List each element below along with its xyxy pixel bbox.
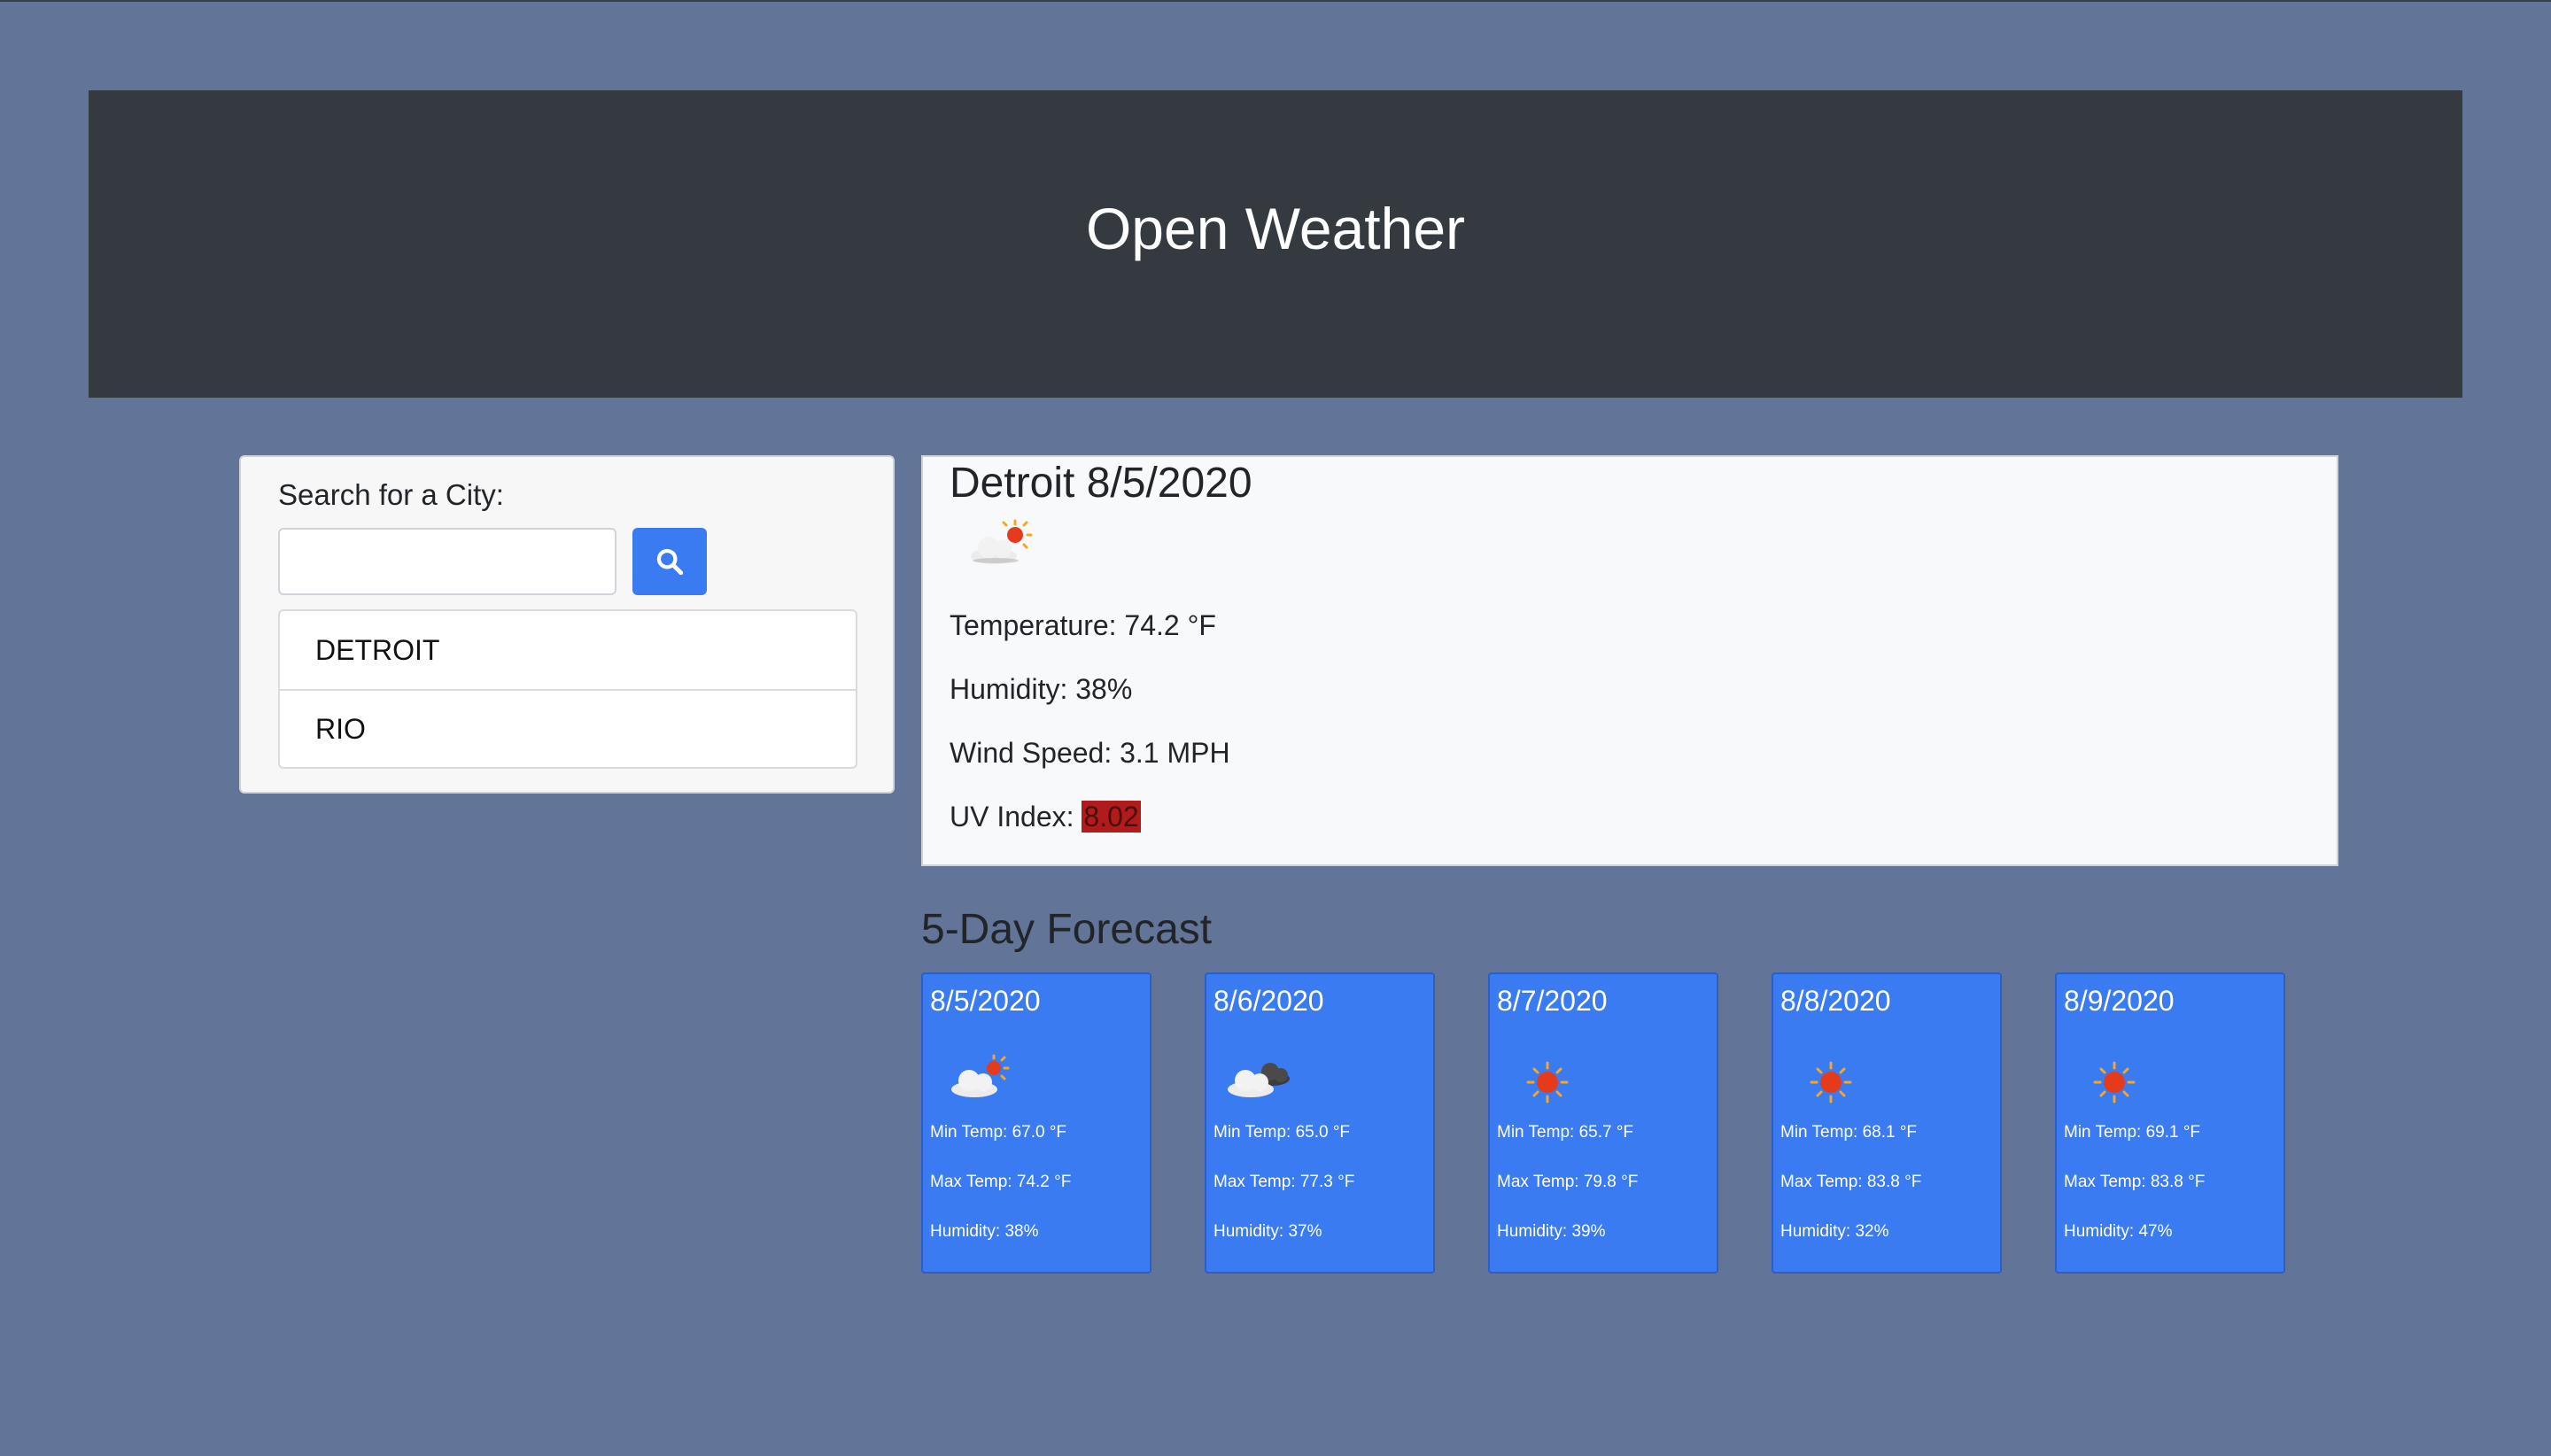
forecast-min-temp: Min Temp: 69.1 °F [2064,1123,2201,1142]
current-uv-index: UV Index: 8.02 [950,801,1141,833]
search-button[interactable] [632,528,707,595]
header-banner: Open Weather [89,90,2462,398]
forecast-date: 8/8/2020 [1780,985,1891,1017]
forecast-min-temp: Min Temp: 68.1 °F [1780,1123,1918,1142]
forecast-card: 8/8/2020 Min Temp: 68.1 °F Max Temp: 83.… [1772,972,2002,1274]
forecast-max-temp: Max Temp: 83.8 °F [1780,1173,1922,1191]
forecast-humidity: Humidity: 39% [1497,1222,1606,1241]
forecast-title: 5-Day Forecast [921,906,1213,953]
sun-icon [2093,1061,2136,1104]
forecast-max-temp: Max Temp: 83.8 °F [2064,1173,2206,1191]
cloudy-icon [1228,1063,1290,1097]
forecast-max-temp: Max Temp: 74.2 °F [930,1173,1072,1191]
uv-index-badge: 8.02 [1082,801,1141,833]
uv-index-label: UV Index: [950,801,1082,833]
forecast-date: 8/9/2020 [2064,985,2175,1017]
current-wind-speed: Wind Speed: 3.1 MPH [950,737,1230,769]
sun-icon [1526,1061,1569,1104]
history-item-rio[interactable]: RIO [280,689,856,767]
forecast-min-temp: Min Temp: 65.7 °F [1497,1123,1634,1142]
search-label: Search for a City: [278,478,504,511]
partly-cloudy-icon [971,519,1033,564]
forecast-humidity: Humidity: 38% [930,1222,1039,1241]
forecast-max-temp: Max Temp: 77.3 °F [1213,1173,1355,1191]
forecast-humidity: Humidity: 32% [1780,1222,1889,1241]
forecast-card: 8/5/2020 Min Temp: 67.0 °F Max Temp: 74.… [921,972,1151,1274]
forecast-date: 8/7/2020 [1497,985,1608,1017]
page-title: Open Weather [1085,195,1466,261]
search-panel: Search for a City: DETROIT RIO [239,455,895,794]
city-search-input[interactable] [278,528,616,595]
forecast-max-temp: Max Temp: 79.8 °F [1497,1173,1639,1191]
partly-cloudy-icon [951,1054,1010,1097]
forecast-date: 8/6/2020 [1213,985,1324,1017]
current-weather-card: Detroit 8/5/2020 Temperature: 74.2 °F Hu… [921,455,2338,866]
history-item-detroit[interactable]: DETROIT [280,611,856,689]
current-humidity: Humidity: 38% [950,673,1133,705]
forecast-date: 8/5/2020 [930,985,1041,1017]
current-city-date: Detroit 8/5/2020 [950,460,1252,507]
sun-icon [1810,1061,1852,1104]
forecast-card: 8/9/2020 Min Temp: 69.1 °F Max Temp: 83.… [2055,972,2285,1274]
forecast-card: 8/6/2020 Min Temp: 65.0 °F Max Temp: 77.… [1205,972,1435,1274]
search-history-list: DETROIT RIO [278,609,857,769]
forecast-min-temp: Min Temp: 67.0 °F [930,1123,1067,1142]
forecast-min-temp: Min Temp: 65.0 °F [1213,1123,1351,1142]
search-icon [656,548,684,576]
forecast-humidity: Humidity: 37% [1213,1222,1322,1241]
forecast-humidity: Humidity: 47% [2064,1222,2173,1241]
top-border [0,0,2551,2]
forecast-card: 8/7/2020 Min Temp: 65.7 °F Max Temp: 79.… [1488,972,1718,1274]
current-temperature: Temperature: 74.2 °F [950,609,1216,641]
